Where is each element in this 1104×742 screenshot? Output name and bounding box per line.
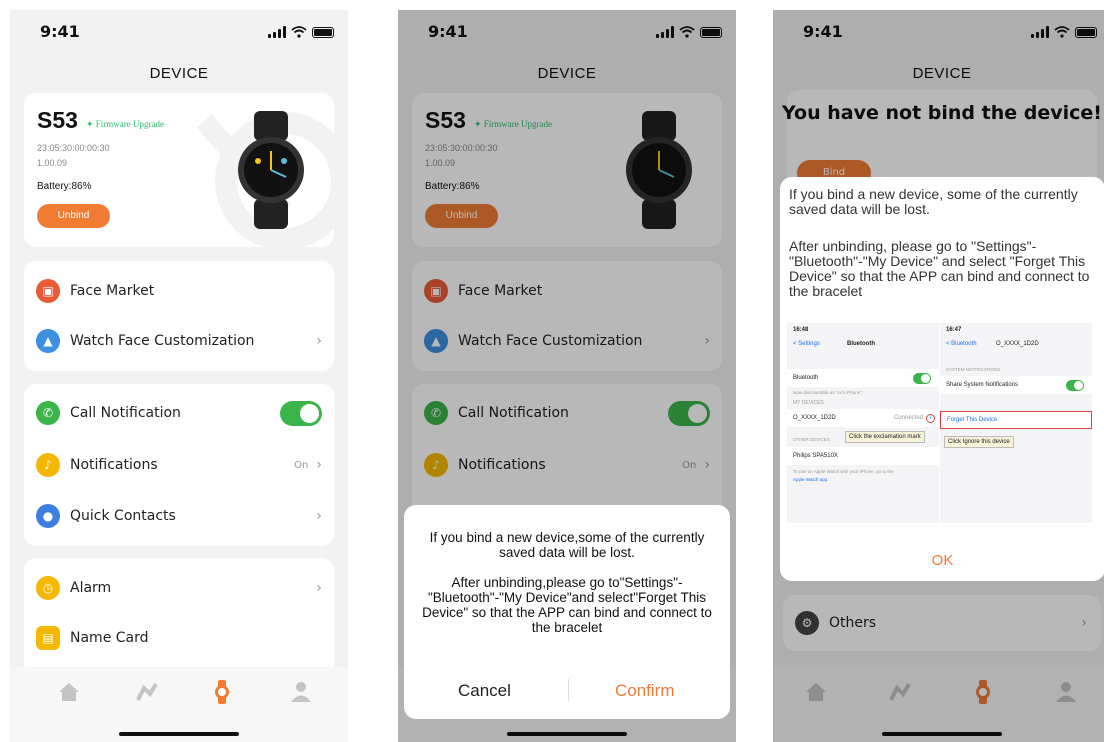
tools-card: ◷ Alarm › ▤ Name Card — [24, 558, 334, 678]
shot-time: 16:47 — [946, 327, 962, 333]
shot-title: Bluetooth — [847, 341, 875, 347]
contacts-icon: ● — [36, 504, 60, 528]
shot-back: < Settings — [793, 341, 820, 347]
shot-share-row: Share System Notifications — [940, 376, 1092, 394]
device-mac: 23:05:30:00:00:30 — [37, 143, 110, 153]
bluetooth-settings-screenshot: 16:48 < Settings Bluetooth Bluetooth Now… — [787, 323, 939, 523]
shot-toggle — [1066, 379, 1084, 391]
status-bar: 9:41 — [10, 22, 348, 46]
home-tab-icon[interactable] — [56, 679, 82, 705]
call-notification-row: ✆ Call Notification — [36, 393, 322, 433]
shot-title: O_XXXX_1D2D — [996, 341, 1039, 347]
firmware-upgrade-link[interactable]: ✦ Firmware Upgrade — [86, 119, 164, 130]
shot-device-name: O_XXXX_1D2D — [793, 415, 836, 421]
bind-screen: 9:41 DEVICE You have not bind the device… — [773, 10, 1104, 742]
device-version: 1.00.09 — [37, 158, 68, 168]
shot-time: 16:48 — [793, 327, 809, 333]
signal-icon — [268, 26, 286, 38]
shot-back: < Bluetooth — [946, 341, 977, 347]
chevron-right-icon: › — [316, 508, 322, 524]
shot-connected: Connected — [893, 415, 923, 421]
chevron-right-icon: › — [316, 580, 322, 596]
activity-tab-icon[interactable] — [134, 679, 160, 705]
name-card-icon: ▤ — [36, 626, 60, 650]
page-title: DEVICE — [149, 65, 209, 82]
shot-my-devices: MY DEVICES — [793, 400, 824, 406]
face-market-row[interactable]: ▣ Face Market — [36, 271, 322, 311]
notifications-state: On — [294, 459, 309, 471]
device-screen: 9:41 DEVICE S53 ✦ Firmware Upgrade 23:05… — [10, 10, 348, 742]
home-indicator — [119, 732, 239, 736]
shot-bluetooth-label: Bluetooth — [793, 375, 819, 381]
notifications-row[interactable]: ♪ Notifications On › — [36, 445, 322, 485]
dialog-instructions-text: After unbinding, please go to "Settings"… — [789, 238, 1090, 299]
device-model: S53 — [37, 107, 78, 133]
info-icon: i — [926, 413, 935, 423]
confirm-button[interactable]: Confirm — [615, 681, 675, 701]
button-divider — [568, 679, 569, 701]
status-time: 9:41 — [40, 22, 80, 41]
call-notification-label: Call Notification — [70, 405, 181, 421]
ok-button[interactable]: OK — [780, 552, 1104, 569]
image-icon: ▲ — [36, 329, 60, 353]
dialog-warning-text: If you bind a new device, some of the cu… — [789, 186, 1078, 217]
device-tab-icon[interactable] — [209, 679, 235, 705]
bind-info-dialog: If you bind a new device, some of the cu… — [780, 177, 1104, 581]
dialog-warning-text: If you bind a new device,some of the cur… — [429, 530, 705, 560]
device-battery: Battery:86% — [37, 181, 92, 192]
faces-card: ▣ Face Market ▲ Watch Face Customization… — [24, 261, 334, 371]
shot-tip: Click Ignore this device — [944, 436, 1014, 448]
shot-other-devices: OTHER DEVICES — [793, 437, 830, 442]
shot-toggle — [913, 372, 931, 384]
unbind-confirm-dialog: If you bind a new device,some of the cur… — [404, 505, 730, 719]
name-card-row[interactable]: ▤ Name Card — [36, 618, 322, 658]
call-notification-toggle[interactable] — [280, 400, 322, 426]
bell-icon: ♪ — [36, 453, 60, 477]
shot-pair-note: To pair an Apple Watch with your iPhone,… — [793, 469, 894, 474]
shot-forget-row: Forget This Device — [940, 411, 1092, 429]
watch-face-custom-label: Watch Face Customization — [70, 333, 255, 349]
firmware-label: Firmware Upgrade — [95, 119, 165, 129]
device-screen-confirm: 9:41 DEVICE S53 ✦ Firmware Upgrade 23:05… — [398, 10, 736, 742]
shot-sys-notif: SYSTEM NOTIFICATIONS — [946, 367, 1001, 372]
alarm-label: Alarm — [70, 580, 112, 596]
watch-face-custom-row[interactable]: ▲ Watch Face Customization › — [36, 321, 322, 361]
notifications-card: ✆ Call Notification ♪ Notifications On ›… — [24, 384, 334, 546]
dialog-instructions-text: After unbinding,please go to"Settings"-"… — [422, 575, 712, 635]
alarm-row[interactable]: ◷ Alarm › — [36, 568, 322, 608]
shot-tip: Click the exclamation mark — [845, 431, 925, 443]
wifi-icon — [291, 26, 307, 38]
alarm-icon: ◷ — [36, 576, 60, 600]
profile-tab-icon[interactable] — [288, 679, 314, 705]
shot-philips: Philips SPA510X — [793, 453, 838, 459]
watch-image — [238, 111, 304, 229]
face-market-label: Face Market — [70, 283, 155, 299]
chevron-right-icon: › — [316, 333, 322, 349]
shot-share: Share System Notifications — [946, 382, 1019, 388]
shot-discover: Now discoverable as "xx's iPhone". — [793, 390, 864, 395]
face-market-icon: ▣ — [36, 279, 60, 303]
phone-icon: ✆ — [36, 401, 60, 425]
device-settings-screenshot: 16:47 < Bluetooth O_XXXX_1D2D SYSTEM NOT… — [940, 323, 1092, 523]
shot-watch-app: Apple Watch app. — [793, 477, 829, 482]
battery-icon — [312, 27, 334, 38]
notifications-label: Notifications — [70, 457, 158, 473]
quick-contacts-row[interactable]: ● Quick Contacts › — [36, 496, 322, 536]
chevron-right-icon: › — [316, 457, 322, 473]
shot-device-row: O_XXXX_1D2D Connected i — [787, 409, 939, 427]
name-card-label: Name Card — [70, 630, 149, 646]
unbind-button[interactable]: Unbind — [37, 204, 110, 228]
shot-forget: Forget This Device — [947, 417, 998, 423]
quick-contacts-label: Quick Contacts — [70, 508, 176, 524]
cancel-button[interactable]: Cancel — [458, 681, 511, 701]
tab-bar — [10, 667, 348, 742]
shot-philips-row: Philips SPA510X — [787, 447, 939, 465]
shot-bluetooth-row: Bluetooth — [787, 369, 939, 387]
device-card: S53 ✦ Firmware Upgrade 23:05:30:00:00:30… — [24, 93, 334, 247]
